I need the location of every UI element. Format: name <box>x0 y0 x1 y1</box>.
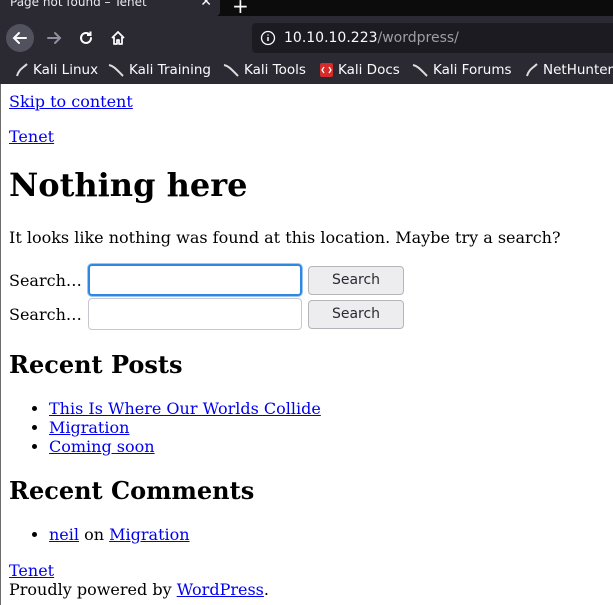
wordpress-link[interactable]: WordPress <box>177 580 264 599</box>
search-input[interactable] <box>88 298 302 330</box>
bookmark-nethunter[interactable]: NetHunter <box>526 62 613 78</box>
back-arrow-icon <box>12 32 27 44</box>
search-input[interactable] <box>88 264 302 296</box>
bookmark-label: Kali Forums <box>433 62 512 78</box>
bookmark-label: Kali Tools <box>244 62 306 78</box>
recent-comments-heading: Recent Comments <box>9 476 255 505</box>
tab-strip: Page not found – Tenet ✕ + <box>0 0 613 16</box>
recent-post-link[interactable]: Migration <box>49 418 129 437</box>
bookmark-kali-tools[interactable]: Kali Tools <box>223 62 306 78</box>
list-item: Migration <box>49 418 321 437</box>
kali-dragon-icon <box>108 64 124 77</box>
comment-author-link[interactable]: neil <box>49 525 79 544</box>
navigation-toolbar: 10.10.10.223/wordpress/ <box>0 16 613 60</box>
active-tab[interactable]: Page not found – Tenet ✕ <box>0 0 220 16</box>
not-found-message: It looks like nothing was found at this … <box>9 228 561 247</box>
search-button[interactable]: Search <box>308 265 404 295</box>
footer-site-title-link[interactable]: Tenet <box>9 561 54 580</box>
search-form: Search… Search <box>9 264 404 296</box>
page-title: Nothing here <box>9 166 248 204</box>
recent-posts-list: This Is Where Our Worlds Collide Migrati… <box>9 399 321 456</box>
kali-dragon-icon <box>412 64 428 77</box>
kali-docs-icon <box>320 63 333 77</box>
skip-to-content-link[interactable]: Skip to content <box>9 92 133 111</box>
nethunter-icon <box>526 63 538 77</box>
info-icon <box>260 30 276 46</box>
list-item: This Is Where Our Worlds Collide <box>49 399 321 418</box>
url-path: /wordpress/ <box>377 30 459 46</box>
bookmark-kali-training[interactable]: Kali Training <box>108 62 211 78</box>
bookmark-kali-linux[interactable]: Kali Linux <box>16 62 98 78</box>
bookmarks-toolbar: Kali Linux Kali Training Kali Tools Kali… <box>0 60 613 84</box>
bookmark-label: Kali Docs <box>338 62 400 78</box>
new-tab-icon[interactable]: + <box>232 0 249 16</box>
powered-prefix: Proudly powered by <box>9 580 177 599</box>
recent-posts-heading: Recent Posts <box>9 350 183 379</box>
bookmark-label: Kali Linux <box>33 62 99 78</box>
reload-button[interactable] <box>72 24 100 52</box>
back-button[interactable] <box>6 24 34 52</box>
tab-title: Page not found – Tenet <box>10 0 147 9</box>
forward-button[interactable] <box>40 24 68 52</box>
close-tab-icon[interactable]: ✕ <box>200 0 212 10</box>
bookmark-label: NetHunter <box>543 62 613 78</box>
home-icon <box>111 31 125 45</box>
recent-post-link[interactable]: This Is Where Our Worlds Collide <box>49 399 321 418</box>
list-item: neil on Migration <box>49 525 190 544</box>
powered-by: Proudly powered by WordPress. <box>9 580 269 599</box>
reload-icon <box>80 31 92 44</box>
recent-post-link[interactable]: Coming soon <box>49 437 155 456</box>
comment-on-text: on <box>84 525 105 544</box>
powered-suffix: . <box>263 580 269 599</box>
url-host: 10.10.10.223 <box>284 30 378 46</box>
forward-arrow-icon <box>47 32 62 44</box>
list-item: Coming soon <box>49 437 321 456</box>
search-label: Search… <box>9 304 82 324</box>
window-edge <box>0 84 1 605</box>
site-title-link[interactable]: Tenet <box>9 127 54 146</box>
sidebar-search-form: Search… Search <box>9 298 404 330</box>
kali-dragon-icon <box>223 64 239 77</box>
recent-comments-list: neil on Migration <box>9 525 190 544</box>
kali-dragon-icon <box>16 63 28 77</box>
bookmark-kali-forums[interactable]: Kali Forums <box>412 62 512 78</box>
home-button[interactable] <box>104 24 132 52</box>
bookmark-label: Kali Training <box>129 62 211 78</box>
url-bar[interactable]: 10.10.10.223/wordpress/ <box>252 23 613 53</box>
search-label: Search… <box>9 270 82 290</box>
bookmark-kali-docs[interactable]: Kali Docs <box>320 62 400 78</box>
comment-post-link[interactable]: Migration <box>109 525 189 544</box>
search-button[interactable]: Search <box>308 299 404 329</box>
browser-chrome: Page not found – Tenet ✕ + 10.10.10.223/… <box>0 0 613 84</box>
